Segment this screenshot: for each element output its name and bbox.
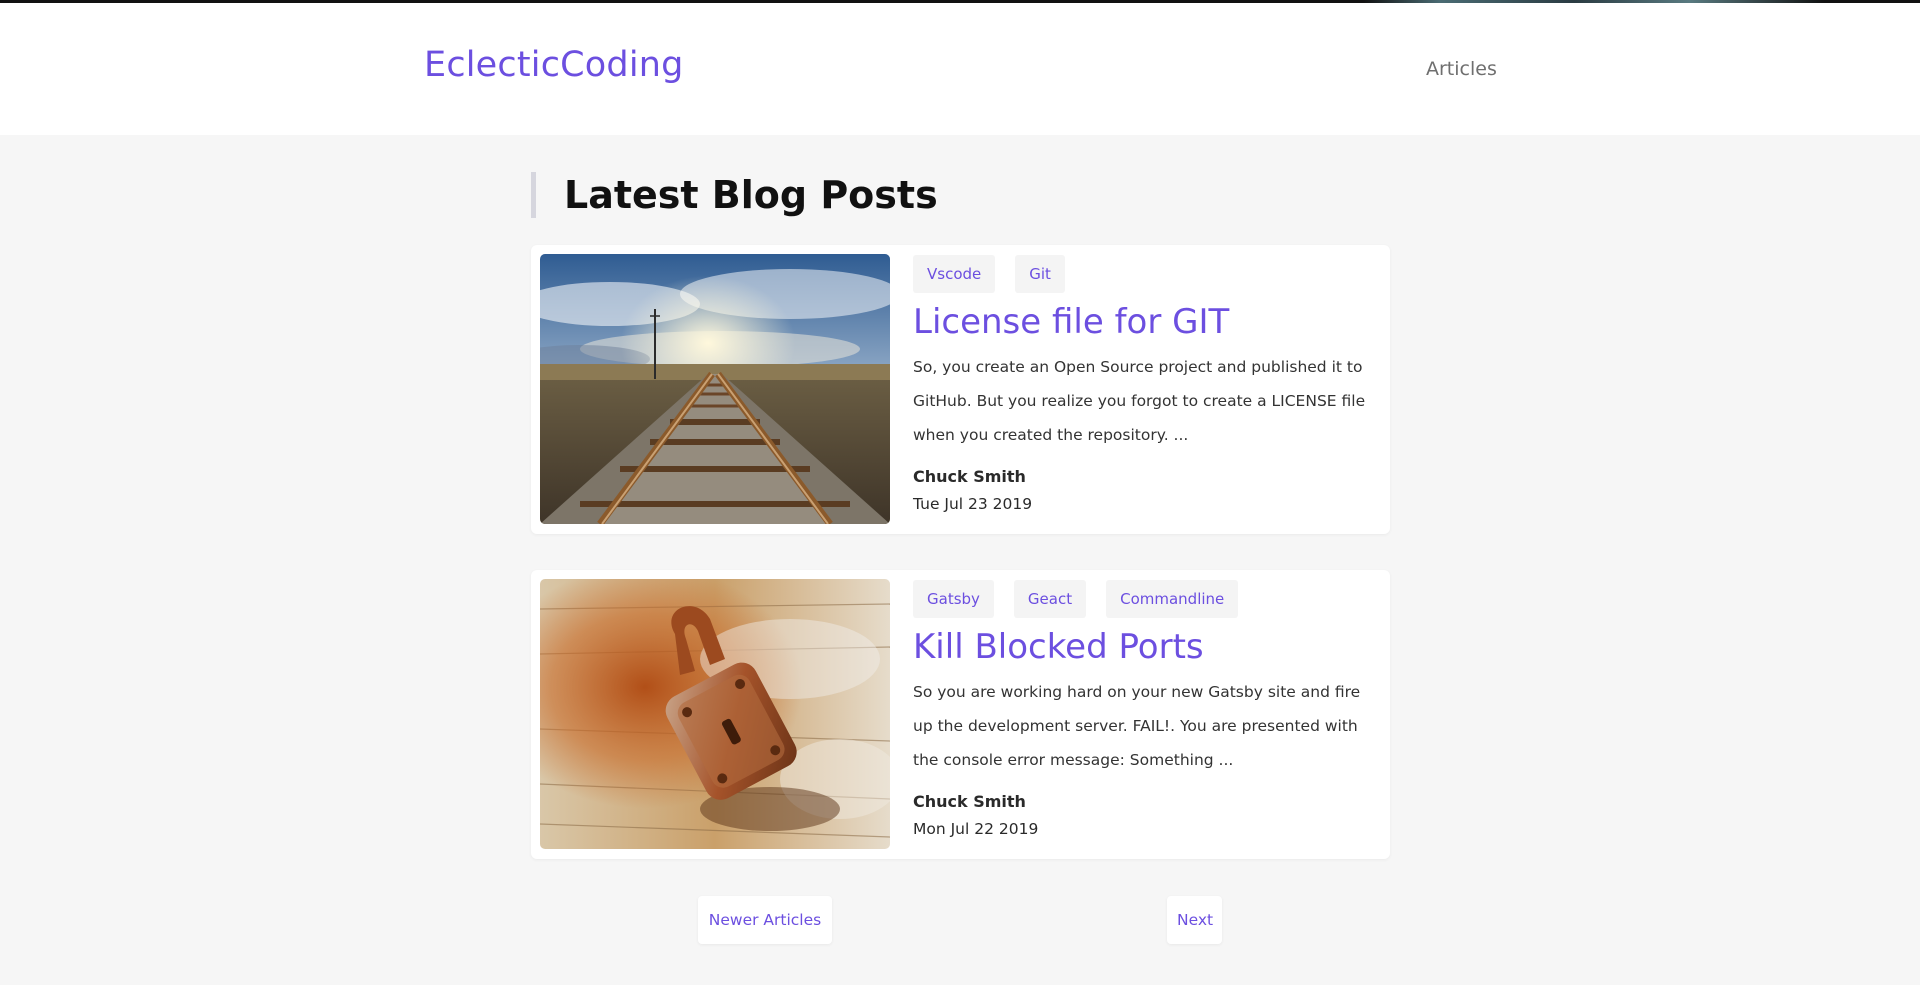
next-page-button[interactable]: Next [1167, 896, 1222, 944]
rusty-padlock-image [540, 579, 890, 849]
post-excerpt: So, you create an Open Source project an… [913, 358, 1366, 444]
post-title-link[interactable]: License file for GIT [913, 300, 1383, 344]
tag-geact[interactable]: Geact [1013, 580, 1087, 618]
post-tags: Vscode Git [913, 255, 1383, 293]
post-card: Gatsby Geact Commandline Kill Blocked Po… [531, 570, 1390, 859]
post-thumbnail-padlock[interactable] [540, 579, 890, 849]
page-title: Latest Blog Posts [531, 172, 938, 218]
post-body: Vscode Git License file for GIT So, you … [913, 255, 1383, 514]
site-logo-link[interactable]: EclecticCoding [424, 45, 684, 85]
post-excerpt: So you are working hard on your new Gats… [913, 683, 1361, 769]
post-tags: Gatsby Geact Commandline [913, 580, 1383, 618]
post-card: Vscode Git License file for GIT So, you … [531, 245, 1390, 534]
newer-articles-button[interactable]: Newer Articles [698, 896, 832, 944]
post-thumbnail-railroad[interactable] [540, 254, 890, 524]
post-author: Chuck Smith [913, 467, 1026, 486]
post-date: Mon Jul 22 2019 [913, 820, 1039, 838]
tag-git[interactable]: Git [1015, 255, 1065, 293]
railroad-tracks-image [540, 254, 890, 524]
tag-gatsby[interactable]: Gatsby [913, 580, 994, 618]
post-body: Gatsby Geact Commandline Kill Blocked Po… [913, 580, 1383, 839]
post-title-link[interactable]: Kill Blocked Ports [913, 625, 1383, 669]
post-author: Chuck Smith [913, 792, 1026, 811]
tag-commandline[interactable]: Commandline [1106, 580, 1239, 618]
post-date: Tue Jul 23 2019 [913, 495, 1033, 513]
tag-vscode[interactable]: Vscode [913, 255, 996, 293]
nav-link-articles[interactable]: Articles [1426, 58, 1497, 80]
site-header: EclecticCoding Articles [0, 3, 1920, 135]
